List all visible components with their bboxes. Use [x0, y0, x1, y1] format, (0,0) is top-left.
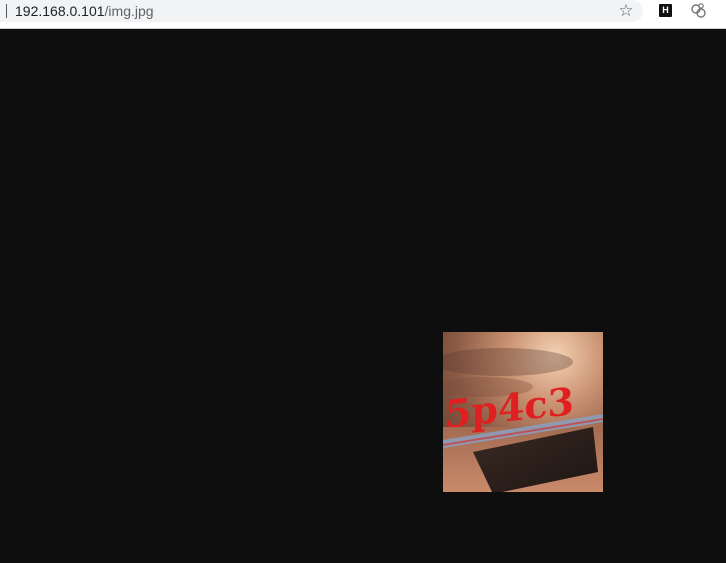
- url-path: /img.jpg: [104, 3, 154, 19]
- link-extension-icon[interactable]: [689, 1, 708, 20]
- displayed-image[interactable]: 5p4c3: [443, 332, 603, 492]
- star-icon[interactable]: ☆: [616, 0, 636, 22]
- browser-toolbar: 192.168.0.101/img.jpg ☆ H: [0, 0, 726, 29]
- image-viewer: 5p4c3: [0, 29, 726, 563]
- text-cursor: [6, 4, 7, 18]
- url-host: 192.168.0.101: [15, 3, 105, 19]
- url-text[interactable]: 192.168.0.101/img.jpg: [15, 2, 154, 20]
- address-bar[interactable]: 192.168.0.101/img.jpg ☆: [0, 0, 643, 22]
- h-extension-icon[interactable]: H: [659, 4, 672, 17]
- image-artwork: 5p4c3: [443, 332, 603, 492]
